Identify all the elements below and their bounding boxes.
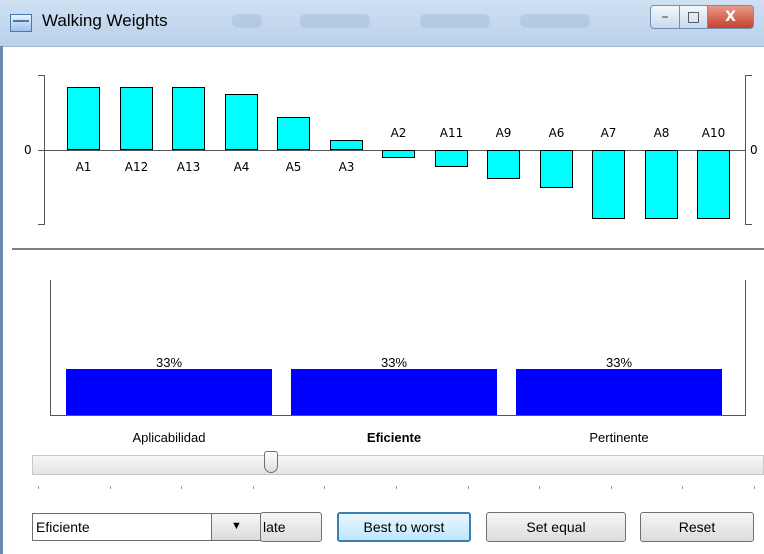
left-axis: [44, 75, 45, 225]
criterion-select-value: Eficiente: [36, 519, 90, 535]
alternative-label: A12: [124, 160, 149, 174]
slider-tick: [539, 486, 540, 489]
criterion-name[interactable]: Aplicabilidad: [69, 430, 269, 445]
chevron-down-icon: ▼: [231, 520, 242, 532]
alternative-label: A6: [548, 126, 565, 140]
alternative-label: A4: [233, 160, 250, 174]
window-title: Walking Weights: [42, 11, 168, 30]
slider-tick: [110, 486, 111, 489]
left-axis-top-tick: [38, 75, 45, 76]
alternative-bar-a10[interactable]: [697, 150, 730, 219]
criterion-bar-pertinente[interactable]: [516, 369, 722, 415]
weight-slider-thumb[interactable]: [264, 451, 278, 473]
alternative-label: A10: [701, 126, 726, 140]
criterion-weight-label: 33%: [380, 355, 408, 370]
blurred-taskbar-region: [300, 14, 370, 28]
criteria-left-axis: [50, 280, 51, 416]
alternative-bar-a5[interactable]: [277, 117, 310, 150]
criterion-bar-aplicabilidad[interactable]: [66, 369, 272, 415]
slider-tick: [324, 486, 325, 489]
alternative-label: A1: [75, 160, 92, 174]
blurred-taskbar-region: [232, 14, 262, 28]
reset-button[interactable]: Reset: [640, 512, 754, 542]
right-axis-bottom-tick: [745, 224, 752, 225]
chart-separator: [12, 248, 764, 250]
blurred-taskbar-region: [420, 14, 490, 28]
reset-label: Reset: [678, 519, 716, 535]
slider-tick: [611, 486, 612, 489]
best-to-worst-button[interactable]: Best to worst: [337, 512, 471, 542]
zero-label-left: 0: [24, 143, 32, 157]
criterion-name[interactable]: Pertinente: [519, 430, 719, 445]
alternative-bar-a8[interactable]: [645, 150, 678, 219]
weight-slider-track[interactable]: [32, 455, 764, 475]
criteria-right-axis: [745, 280, 746, 416]
slider-tick: [468, 486, 469, 489]
criterion-bar-eficiente[interactable]: [291, 369, 497, 415]
alternative-bar-a6[interactable]: [540, 150, 573, 188]
set-equal-label: Set equal: [526, 519, 586, 535]
alternative-label: A2: [390, 126, 407, 140]
slider-tick: [754, 486, 755, 489]
alternative-bar-a4[interactable]: [225, 94, 258, 150]
rotate-button[interactable]: late: [260, 512, 322, 542]
alternative-bar-a2[interactable]: [382, 150, 415, 158]
alternative-label: A5: [285, 160, 302, 174]
alternative-label: A3: [338, 160, 355, 174]
alternative-label: A8: [653, 126, 670, 140]
alternative-label: A7: [600, 126, 617, 140]
criterion-weight-label: 33%: [155, 355, 183, 370]
slider-tick: [253, 486, 254, 489]
alternative-label: A11: [439, 126, 464, 140]
zero-label-right: 0: [750, 143, 758, 157]
slider-tick: [38, 486, 39, 489]
title-bar[interactable]: Walking Weights – □ X: [0, 0, 764, 47]
close-button[interactable]: X: [708, 5, 754, 29]
alternative-bar-a7[interactable]: [592, 150, 625, 219]
minimize-icon: –: [661, 9, 669, 25]
close-icon: X: [725, 9, 736, 25]
criterion-select[interactable]: Eficiente ▼: [32, 513, 262, 541]
criterion-weight-label: 33%: [605, 355, 633, 370]
criterion-name[interactable]: Eficiente: [294, 430, 494, 445]
alternative-bar-a13[interactable]: [172, 87, 205, 150]
right-axis-top-tick: [745, 75, 752, 76]
alternative-bar-a12[interactable]: [120, 87, 153, 150]
best-to-worst-label: Best to worst: [363, 519, 445, 535]
set-equal-button[interactable]: Set equal: [486, 512, 626, 542]
left-axis-bottom-tick: [38, 224, 45, 225]
alternative-bar-a3[interactable]: [330, 140, 363, 150]
criteria-baseline: [50, 415, 746, 416]
right-axis: [745, 75, 746, 225]
criterion-select-dropdown-button[interactable]: ▼: [211, 514, 262, 540]
alternative-bar-a11[interactable]: [435, 150, 468, 167]
app-window-icon: [10, 14, 32, 32]
alternative-bar-a1[interactable]: [67, 87, 100, 150]
maximize-icon: □: [686, 9, 701, 25]
minimize-button[interactable]: –: [650, 5, 680, 29]
alternative-bar-a9[interactable]: [487, 150, 520, 179]
maximize-button[interactable]: □: [680, 5, 708, 29]
slider-tick: [181, 486, 182, 489]
alternative-label: A9: [495, 126, 512, 140]
window-border: [0, 46, 3, 554]
rotate-button-label: late: [263, 519, 286, 535]
slider-tick: [682, 486, 683, 489]
alternative-label: A13: [176, 160, 201, 174]
slider-tick: [396, 486, 397, 489]
blurred-taskbar-region: [520, 14, 590, 28]
